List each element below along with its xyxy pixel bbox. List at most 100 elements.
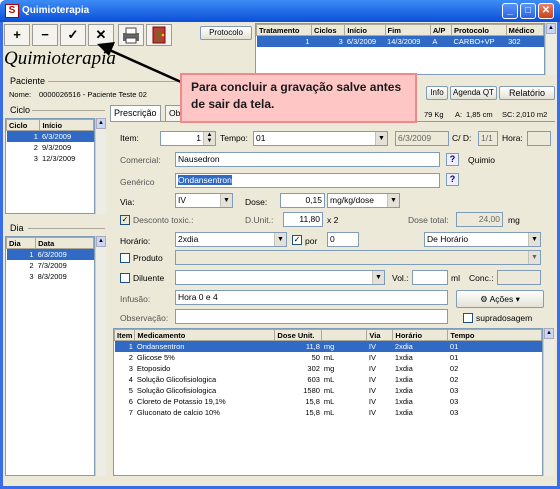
horario-select[interactable]: 2xdia ▼: [175, 232, 287, 247]
maximize-button[interactable]: □: [520, 3, 536, 19]
treatment-header[interactable]: Protocolo: [451, 24, 507, 36]
height-value: 1,85 cm: [466, 110, 493, 119]
treatment-header[interactable]: Médico: [505, 24, 545, 36]
comercial-help-icon[interactable]: ?: [446, 153, 459, 166]
horario-label: Horário:: [120, 236, 151, 246]
treatment-header[interactable]: Fim: [384, 24, 431, 36]
tempo-select[interactable]: 01 ▼: [253, 131, 388, 146]
medication-cell: Ondansentron: [134, 340, 275, 352]
supradosagem-checkbox[interactable]: [463, 313, 473, 323]
cycle-header[interactable]: Ciclo: [5, 119, 41, 131]
chevron-down-icon: ▼: [375, 132, 387, 145]
day-row[interactable]: 2 7/3/2009: [7, 260, 94, 271]
cycle-cell: 3: [33, 153, 38, 163]
vol-field[interactable]: [412, 270, 448, 285]
day-header[interactable]: Data: [35, 237, 94, 249]
medication-row[interactable]: 3 Etoposido 302 mg IV 1xdia 02: [115, 363, 542, 374]
observacao-label: Observação:: [120, 313, 169, 323]
diluente-select[interactable]: ▼: [175, 270, 385, 285]
medication-header[interactable]: Item: [113, 329, 136, 341]
cycle-row[interactable]: 2 9/3/2009: [7, 142, 94, 153]
medication-header[interactable]: Via: [366, 329, 394, 341]
exit-button[interactable]: [146, 24, 172, 46]
sc-label: SC:: [502, 110, 515, 119]
report-button[interactable]: Relatório: [499, 86, 555, 100]
por-checkbox[interactable]: ✓: [292, 235, 302, 245]
medication-header[interactable]: Horário: [392, 329, 449, 341]
generico-value: Ondansentron: [178, 175, 232, 185]
medication-scrollbar[interactable]: ▲: [543, 328, 554, 476]
infusao-label: Infusão:: [120, 294, 151, 304]
treatment-header[interactable]: Início: [344, 24, 386, 36]
medication-row[interactable]: 1 Ondansentron 11,8 mg IV 2xdia 01: [114, 340, 542, 352]
medication-row[interactable]: 6 Cloreto de Potassio 19,1% 15,8 mL IV 1xdia 0…: [115, 396, 542, 407]
hora-field[interactable]: [527, 131, 551, 146]
generico-help-icon[interactable]: ?: [446, 173, 459, 186]
medication-row[interactable]: 5 Solução Glicofisiologica 1580 mL IV 1xdia 03: [115, 385, 542, 396]
day-row[interactable]: 1 6/3/2009: [6, 248, 94, 260]
desconto-checkbox[interactable]: ✓: [120, 215, 130, 225]
treatment-row[interactable]: 1 3 6/3/2009 14/3/2009 A CARBO+VP 302: [256, 35, 544, 47]
cycle-row[interactable]: 3 12/3/2009: [7, 153, 94, 164]
treatment-header[interactable]: Tratamento: [255, 24, 313, 36]
close-button[interactable]: ✕: [538, 3, 554, 19]
de-horario-select[interactable]: De Horário ▼: [424, 232, 541, 247]
spinner-arrows-icon[interactable]: ▲ ▼: [203, 132, 215, 145]
observacao-field[interactable]: [175, 309, 448, 324]
agenda-qt-button[interactable]: Agenda QT: [450, 86, 497, 100]
medication-header[interactable]: [321, 329, 368, 341]
cancel-button[interactable]: ✕: [88, 24, 114, 46]
minimize-button[interactable]: _: [502, 3, 518, 19]
cycle-header[interactable]: Início: [39, 119, 94, 131]
medication-row[interactable]: 4 Solução Glicofisiologica 603 mL IV 1xdia 02: [115, 374, 542, 385]
medication-row[interactable]: 7 Gluconato de calcio 10% 15,8 mL IV 1xdia 03: [115, 407, 542, 418]
confirm-button[interactable]: ✓: [60, 24, 86, 46]
produto-select[interactable]: ▼: [175, 250, 541, 265]
dose-unit-value: mg/kg/dose: [330, 195, 374, 205]
medication-header[interactable]: Medicamento: [134, 329, 276, 341]
medication-cell: IV: [368, 385, 377, 395]
generico-field[interactable]: Ondansentron: [175, 173, 440, 188]
day-scrollbar[interactable]: ▲: [95, 236, 106, 476]
item-spinner[interactable]: 1 ▲ ▼: [160, 131, 216, 146]
info-button[interactable]: Info: [426, 86, 448, 100]
medication-cell: 4: [128, 374, 133, 384]
treatment-scrollbar[interactable]: ▲: [545, 23, 556, 75]
cd-field: 1/1: [478, 131, 498, 146]
diluente-checkbox[interactable]: [120, 273, 130, 283]
cycle-row[interactable]: 1 6/3/2009: [6, 130, 94, 142]
medication-header[interactable]: Tempo: [447, 329, 542, 341]
medication-row[interactable]: 2 Glicose 5% 50 mL IV 1xdia 01: [115, 352, 542, 363]
treatment-header[interactable]: A/P: [429, 24, 453, 36]
medication-header[interactable]: Dose Unit.: [274, 329, 323, 341]
treatment-header[interactable]: Ciclos: [311, 24, 346, 36]
acoes-button[interactable]: ⚙ Ações ▾: [456, 290, 544, 308]
medication-cell: mg: [321, 340, 367, 352]
medication-cell: 1xdia: [394, 352, 413, 362]
por-field[interactable]: 0: [327, 232, 359, 247]
remove-button[interactable]: −: [32, 24, 58, 46]
dunit-multiplier: x 2: [327, 215, 339, 225]
day-cell: 3: [29, 271, 34, 281]
tab-prescricao[interactable]: Prescrição: [110, 105, 161, 122]
dunit-field[interactable]: 11,80: [283, 212, 323, 227]
produto-checkbox[interactable]: [120, 253, 130, 263]
day-header[interactable]: Dia: [5, 237, 37, 249]
cycle-scrollbar[interactable]: ▲: [95, 118, 106, 214]
medication-cell: Solução Glicofisiologica: [136, 385, 217, 395]
dunit-label: D.Unit.:: [245, 215, 274, 225]
date-field: 6/3/2009: [395, 131, 449, 146]
infusao-field[interactable]: Hora 0 e 4: [175, 290, 448, 305]
comercial-field[interactable]: Nausedron: [175, 152, 440, 167]
protocol-button[interactable]: Protocolo: [200, 26, 252, 40]
via-select[interactable]: IV ▼: [175, 193, 233, 208]
medication-cell: 1xdia: [394, 374, 413, 384]
dose-field[interactable]: 0,15: [280, 193, 325, 208]
treatment-cell: A: [430, 35, 452, 47]
medication-cell: IV: [368, 396, 377, 406]
dose-unit-select[interactable]: mg/kg/dose ▼: [327, 193, 400, 208]
print-button[interactable]: [118, 24, 144, 46]
sc-value: 2,010 m2: [516, 110, 548, 119]
add-button[interactable]: +: [4, 24, 30, 46]
day-row[interactable]: 3 8/3/2009: [7, 271, 94, 282]
